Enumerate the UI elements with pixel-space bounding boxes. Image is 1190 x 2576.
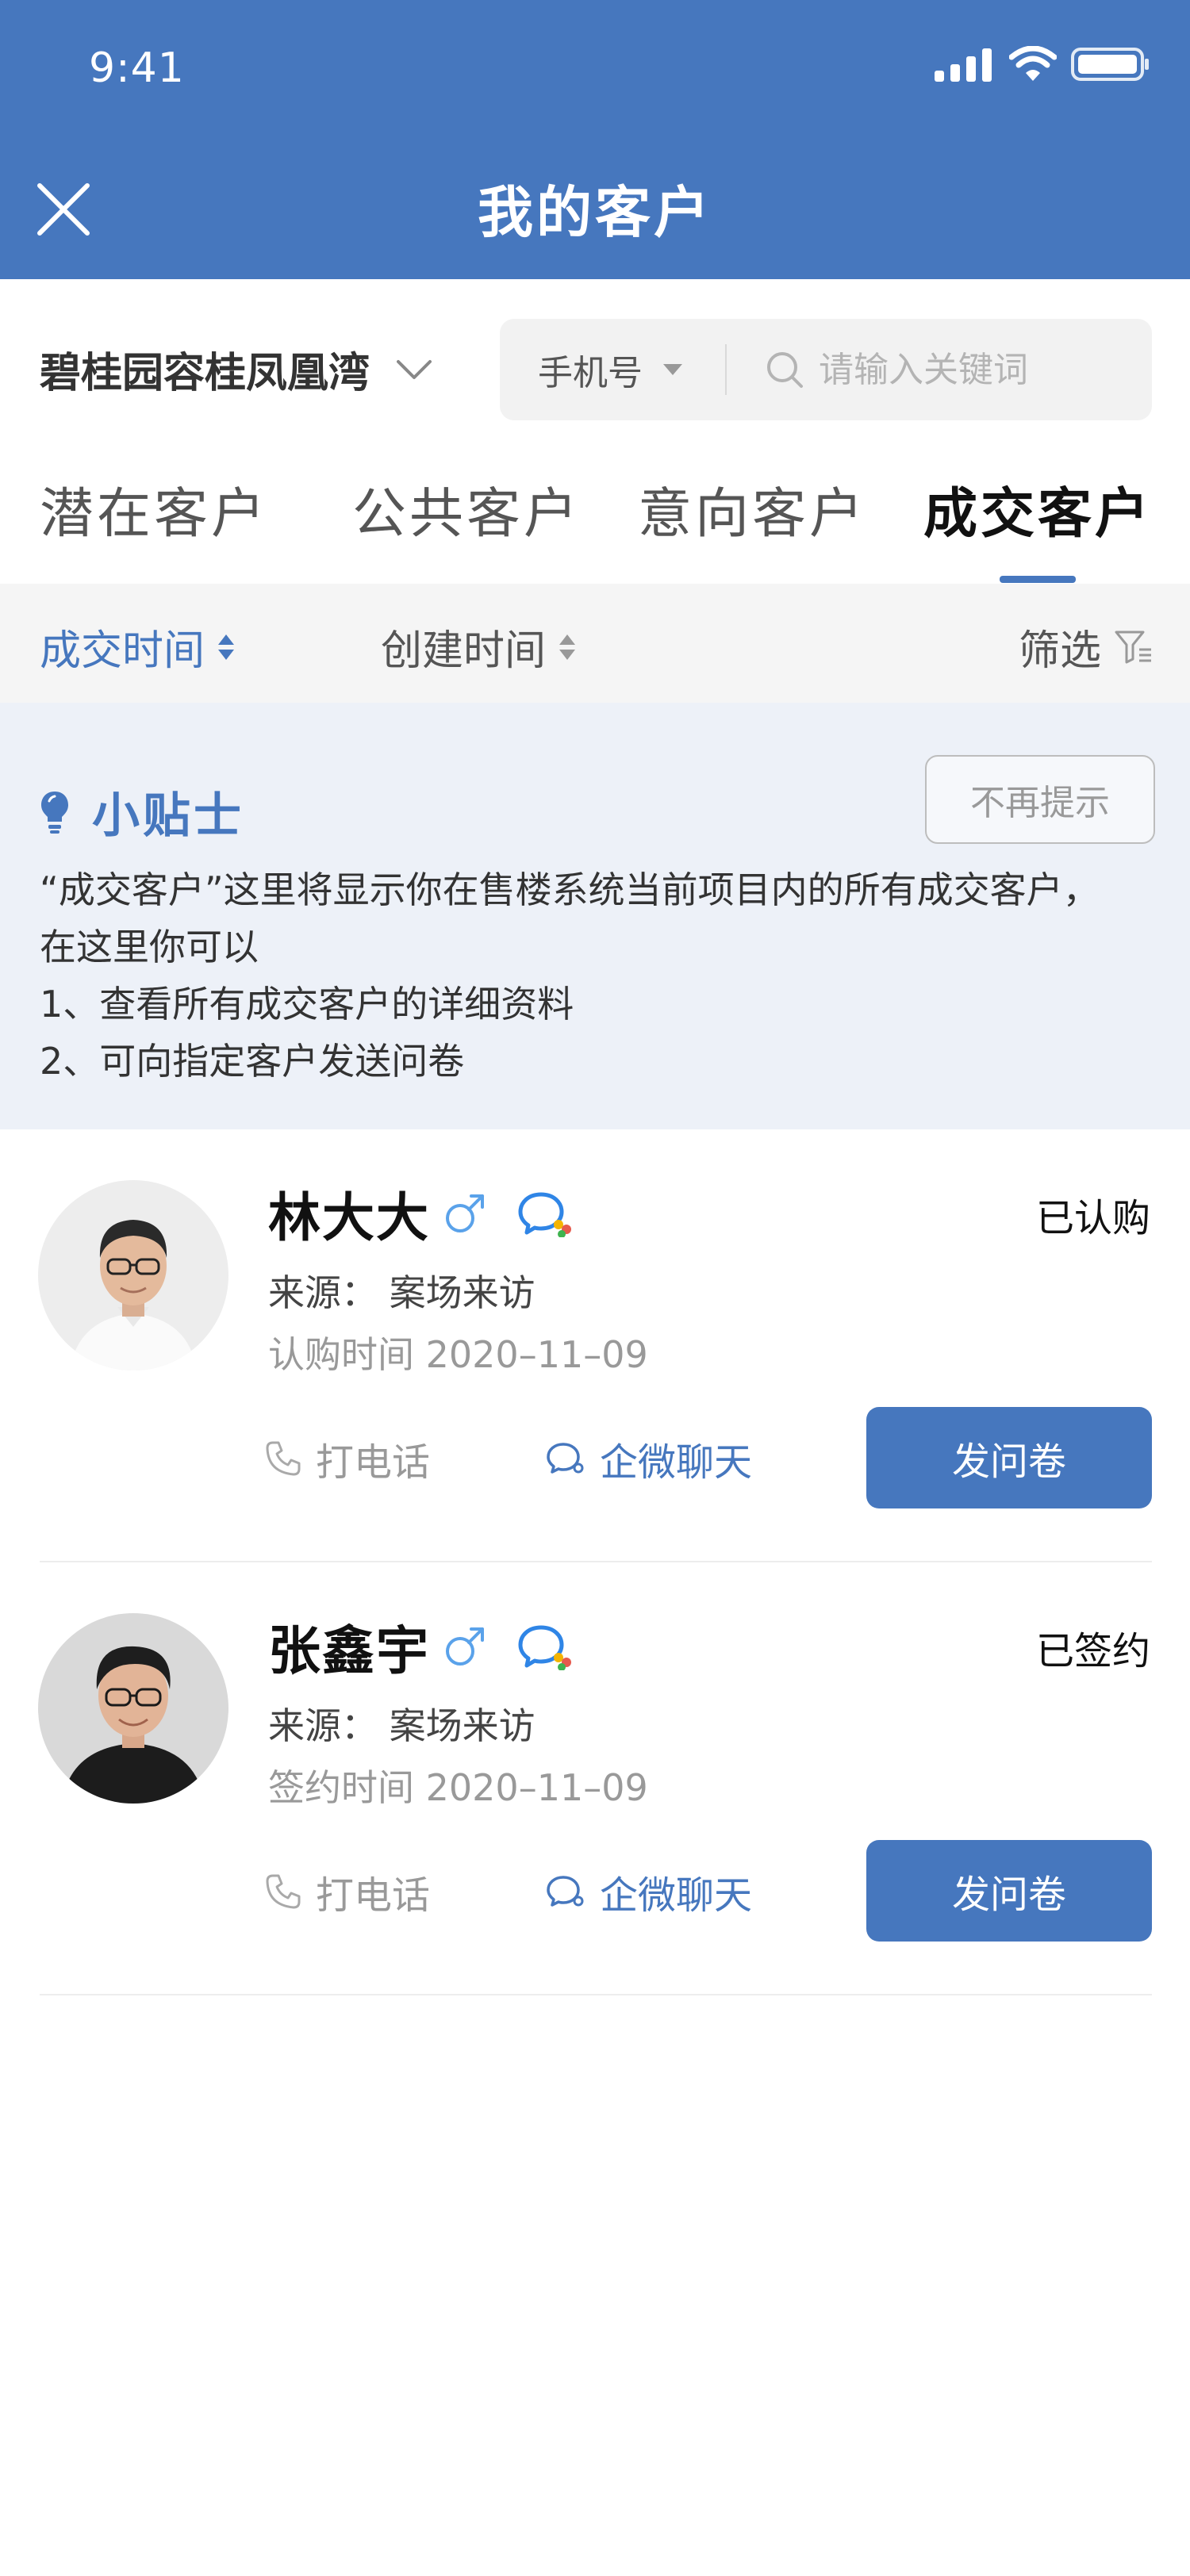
- send-survey-button[interactable]: 发问卷: [866, 1840, 1152, 1942]
- male-icon: [446, 1627, 484, 1666]
- status-time: 9:41: [89, 44, 185, 92]
- avatar[interactable]: [38, 1180, 228, 1370]
- customer-tabs: 潜在客户 公共客户 意向客户 成交客户: [0, 446, 1190, 584]
- bulb-icon: [41, 791, 68, 834]
- chat-icon: [547, 1443, 584, 1474]
- call-button[interactable]: 打电话: [265, 1431, 430, 1486]
- search-type-select[interactable]: 手机号: [500, 344, 725, 395]
- chat-label: 企微聊天: [600, 1440, 753, 1485]
- customer-card[interactable]: 张鑫宇 已签约 来源： 案场来访 签约时间 2020–11–09 打电话 企微聊…: [0, 1562, 1190, 1995]
- wifi-icon: [1009, 46, 1057, 81]
- search-box: 手机号: [500, 319, 1152, 420]
- filter-label: 筛选: [1019, 627, 1102, 675]
- search-field: [727, 349, 1152, 390]
- sort-create-time-label: 创建时间: [381, 627, 547, 675]
- sort-icon: [559, 634, 576, 660]
- tips-line: 2、可向指定客户发送问卷: [40, 1040, 465, 1083]
- tips-body: “成交客户”这里将显示你在售楼系统当前项目内的所有成交客户， 在这里你可以 1、…: [40, 861, 1166, 1090]
- customer-name-row: 张鑫宇: [268, 1608, 574, 1685]
- page-title: 我的客户: [478, 180, 712, 245]
- call-label: 打电话: [316, 1873, 431, 1918]
- battery-icon: [1071, 48, 1149, 81]
- customer-name: 林大大: [268, 1187, 430, 1248]
- phone-icon: [266, 1874, 301, 1909]
- male-icon: [446, 1194, 484, 1232]
- tab-public[interactable]: 公共客户: [352, 470, 581, 548]
- caret-down-icon: [663, 364, 682, 375]
- call-button[interactable]: 打电话: [265, 1864, 430, 1919]
- tab-intent[interactable]: 意向客户: [638, 470, 866, 548]
- customer-date: 签约时间 2020–11–09: [268, 1766, 648, 1809]
- chevron-down-icon: [397, 359, 432, 379]
- project-name: 碧桂园容桂凤凰湾: [40, 350, 370, 397]
- customer-source: 来源： 案场来访: [268, 1704, 536, 1747]
- sort-icon: [218, 634, 235, 660]
- chat-icon: [547, 1876, 584, 1907]
- status-icons: [935, 46, 1150, 82]
- customer-source: 来源： 案场来访: [268, 1271, 536, 1314]
- app-header: 9:41 我的客户: [0, 0, 1190, 279]
- tab-potential[interactable]: 潜在客户: [40, 470, 268, 548]
- avatar[interactable]: [38, 1613, 228, 1804]
- tips-line: “成交客户”这里将显示你在售楼系统当前项目内的所有成交客户，: [40, 868, 1100, 911]
- call-label: 打电话: [316, 1440, 431, 1485]
- customer-date: 认购时间 2020–11–09: [268, 1333, 648, 1376]
- wecom-icon[interactable]: [517, 1190, 574, 1237]
- wecom-icon[interactable]: [517, 1623, 574, 1670]
- sort-deal-time-label: 成交时间: [40, 627, 205, 675]
- sort-bar: 成交时间 创建时间 筛选: [0, 584, 1190, 703]
- tips-title: 小贴士: [40, 777, 244, 846]
- chat-label: 企微聊天: [600, 1873, 753, 1918]
- tab-deal[interactable]: 成交客户: [923, 470, 1152, 548]
- tab-indicator: [1000, 576, 1076, 583]
- row-divider: [40, 1994, 1152, 1995]
- customer-name-row: 林大大: [268, 1175, 574, 1252]
- tips-panel: 小贴士 不再提示 “成交客户”这里将显示你在售楼系统当前项目内的所有成交客户， …: [0, 703, 1190, 1129]
- signal-icon: [935, 48, 992, 82]
- dismiss-tips-button[interactable]: 不再提示: [925, 755, 1155, 844]
- tips-line: 1、查看所有成交客户的详细资料: [40, 983, 574, 1025]
- search-type-label: 手机号: [538, 353, 643, 393]
- filter-icon: [1115, 631, 1152, 663]
- tips-line: 在这里你可以: [40, 926, 259, 968]
- project-selector[interactable]: 碧桂园容桂凤凰湾: [40, 339, 432, 399]
- project-search-row: 碧桂园容桂凤凰湾 手机号: [0, 279, 1190, 446]
- customer-card[interactable]: 林大大 已认购 来源： 案场来访 认购时间 2020–11–09 打电话 企微聊…: [0, 1129, 1190, 1562]
- sort-deal-time[interactable]: 成交时间: [40, 617, 235, 677]
- send-survey-button[interactable]: 发问卷: [866, 1407, 1152, 1508]
- sort-create-time[interactable]: 创建时间: [381, 617, 576, 677]
- search-input[interactable]: [819, 349, 1152, 390]
- search-icon: [767, 352, 803, 388]
- wecom-chat-button[interactable]: 企微聊天: [546, 1431, 752, 1486]
- customer-name: 张鑫宇: [268, 1620, 430, 1681]
- customer-status: 已认购: [1035, 1196, 1150, 1240]
- phone-icon: [266, 1441, 301, 1476]
- filter-button[interactable]: 筛选: [1019, 617, 1154, 677]
- customer-status: 已签约: [1035, 1629, 1150, 1673]
- tips-title-label: 小贴士: [92, 788, 244, 844]
- wecom-chat-button[interactable]: 企微聊天: [546, 1864, 752, 1919]
